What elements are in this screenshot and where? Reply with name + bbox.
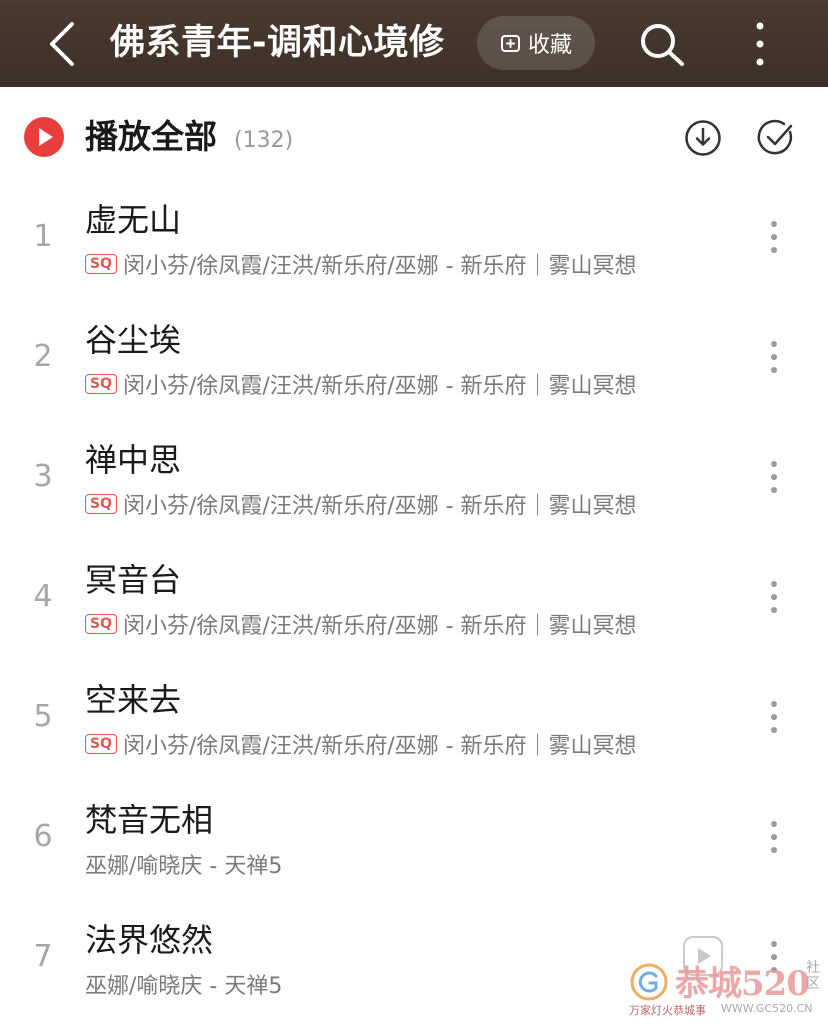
song-index: 6 <box>33 819 53 854</box>
search-button[interactable] <box>636 20 688 68</box>
search-icon <box>641 24 684 66</box>
song-more-button[interactable] <box>762 457 786 497</box>
sq-quality-badge: SQ <box>85 254 117 274</box>
download-all-button[interactable] <box>684 119 722 157</box>
song-index: 2 <box>33 339 53 374</box>
plus-square-icon <box>500 35 520 52</box>
song-title: 空来去 <box>85 681 182 719</box>
more-vertical-icon <box>771 821 777 853</box>
chevron-left-icon <box>50 22 74 66</box>
song-subtitle: SQ 闵小芬/徐凤霞/汪洪/新乐府/巫娜 - 新乐府｜雾山冥想 <box>85 727 725 761</box>
song-row[interactable]: 2 谷尘埃 SQ 闵小芬/徐凤霞/汪洪/新乐府/巫娜 - 新乐府｜雾山冥想 <box>0 307 828 427</box>
more-vertical-icon <box>771 581 777 613</box>
song-artist-album: 闵小芬/徐凤霞/汪洪/新乐府/巫娜 - 新乐府｜雾山冥想 <box>122 614 637 639</box>
song-subtitle: SQ 闵小芬/徐凤霞/汪洪/新乐府/巫娜 - 新乐府｜雾山冥想 <box>85 487 725 521</box>
song-subtitle: 巫娜/喻晓庆 - 天禅5 <box>85 847 725 881</box>
song-more-button[interactable] <box>762 817 786 857</box>
site-watermark: 恭城520 社区 万家灯火恭城事 WWW.GC520.CN <box>625 950 825 1020</box>
song-more-button[interactable] <box>762 577 786 617</box>
song-title: 虚无山 <box>85 201 182 239</box>
watermark-url: WWW.GC520.CN <box>721 1002 813 1015</box>
song-artist-album: 闵小芬/徐凤霞/汪洪/新乐府/巫娜 - 新乐府｜雾山冥想 <box>122 254 637 279</box>
song-row[interactable]: 3 禅中思 SQ 闵小芬/徐凤霞/汪洪/新乐府/巫娜 - 新乐府｜雾山冥想 <box>0 427 828 547</box>
song-index: 1 <box>33 219 53 254</box>
song-count: (132) <box>234 128 294 153</box>
song-row[interactable]: 1 虚无山 SQ 闵小芬/徐凤霞/汪洪/新乐府/巫娜 - 新乐府｜雾山冥想 <box>0 187 828 307</box>
song-title: 禅中思 <box>85 441 182 479</box>
song-more-button[interactable] <box>762 217 786 257</box>
top-bar: 佛系青年-调和心境修 收藏 <box>0 0 828 87</box>
more-vertical-icon <box>756 22 764 66</box>
song-title: 冥音台 <box>85 561 182 599</box>
song-title: 法界悠然 <box>85 921 214 959</box>
watermark-subtitle: 万家灯火恭城事 <box>629 1004 706 1017</box>
song-more-button[interactable] <box>762 337 786 377</box>
song-title: 谷尘埃 <box>85 321 182 359</box>
song-row[interactable]: 5 空来去 SQ 闵小芬/徐凤霞/汪洪/新乐府/巫娜 - 新乐府｜雾山冥想 <box>0 667 828 787</box>
sq-quality-badge: SQ <box>85 494 117 514</box>
song-row[interactable]: 6 梵音无相 巫娜/喻晓庆 - 天禅5 <box>0 787 828 907</box>
play-all-button[interactable] <box>24 117 64 157</box>
playlist-screen: 佛系青年-调和心境修 收藏 播放全部 (132) 1 虚无山 SQ 闵小芬/徐凤… <box>0 0 828 1024</box>
song-artist-album: 巫娜/喻晓庆 - 天禅5 <box>85 854 283 879</box>
more-vertical-icon <box>771 701 777 733</box>
play-circle-icon <box>24 117 64 157</box>
watermark-logo-icon <box>629 962 669 1002</box>
more-options-button[interactable] <box>744 18 776 70</box>
sq-quality-badge: SQ <box>85 374 117 394</box>
watermark-text: 恭城520 <box>675 964 810 1004</box>
song-artist-album: 闵小芬/徐凤霞/汪洪/新乐府/巫娜 - 新乐府｜雾山冥想 <box>122 734 637 759</box>
song-row[interactable]: 4 冥音台 SQ 闵小芬/徐凤霞/汪洪/新乐府/巫娜 - 新乐府｜雾山冥想 <box>0 547 828 667</box>
multi-select-button[interactable] <box>757 119 795 157</box>
song-more-button[interactable] <box>762 697 786 737</box>
sq-quality-badge: SQ <box>85 614 117 634</box>
download-icon <box>685 120 721 156</box>
song-title: 梵音无相 <box>85 801 214 839</box>
song-index: 7 <box>33 939 53 974</box>
play-all-label[interactable]: 播放全部 <box>85 113 217 161</box>
song-artist-album: 闵小芬/徐凤霞/汪洪/新乐府/巫娜 - 新乐府｜雾山冥想 <box>122 374 637 399</box>
collect-button-label: 收藏 <box>527 33 572 58</box>
song-index: 5 <box>33 699 53 734</box>
more-vertical-icon <box>771 221 777 253</box>
more-vertical-icon <box>771 461 777 493</box>
song-index: 3 <box>33 459 53 494</box>
play-all-row[interactable]: 播放全部 (132) <box>0 87 828 187</box>
song-subtitle: SQ 闵小芬/徐凤霞/汪洪/新乐府/巫娜 - 新乐府｜雾山冥想 <box>85 247 725 281</box>
song-artist-album: 闵小芬/徐凤霞/汪洪/新乐府/巫娜 - 新乐府｜雾山冥想 <box>122 494 637 519</box>
check-circle-icon <box>757 119 793 155</box>
sq-quality-badge: SQ <box>85 734 117 754</box>
watermark-side-text: 社区 <box>806 960 820 992</box>
song-subtitle: SQ 闵小芬/徐凤霞/汪洪/新乐府/巫娜 - 新乐府｜雾山冥想 <box>85 367 725 401</box>
collect-button[interactable]: 收藏 <box>477 16 595 70</box>
song-index: 4 <box>33 579 53 614</box>
page-title: 佛系青年-调和心境修 <box>110 23 445 63</box>
song-subtitle: SQ 闵小芬/徐凤霞/汪洪/新乐府/巫娜 - 新乐府｜雾山冥想 <box>85 607 725 641</box>
back-button[interactable] <box>40 18 88 70</box>
more-vertical-icon <box>771 341 777 373</box>
song-list: 1 虚无山 SQ 闵小芬/徐凤霞/汪洪/新乐府/巫娜 - 新乐府｜雾山冥想 2 … <box>0 187 828 1024</box>
